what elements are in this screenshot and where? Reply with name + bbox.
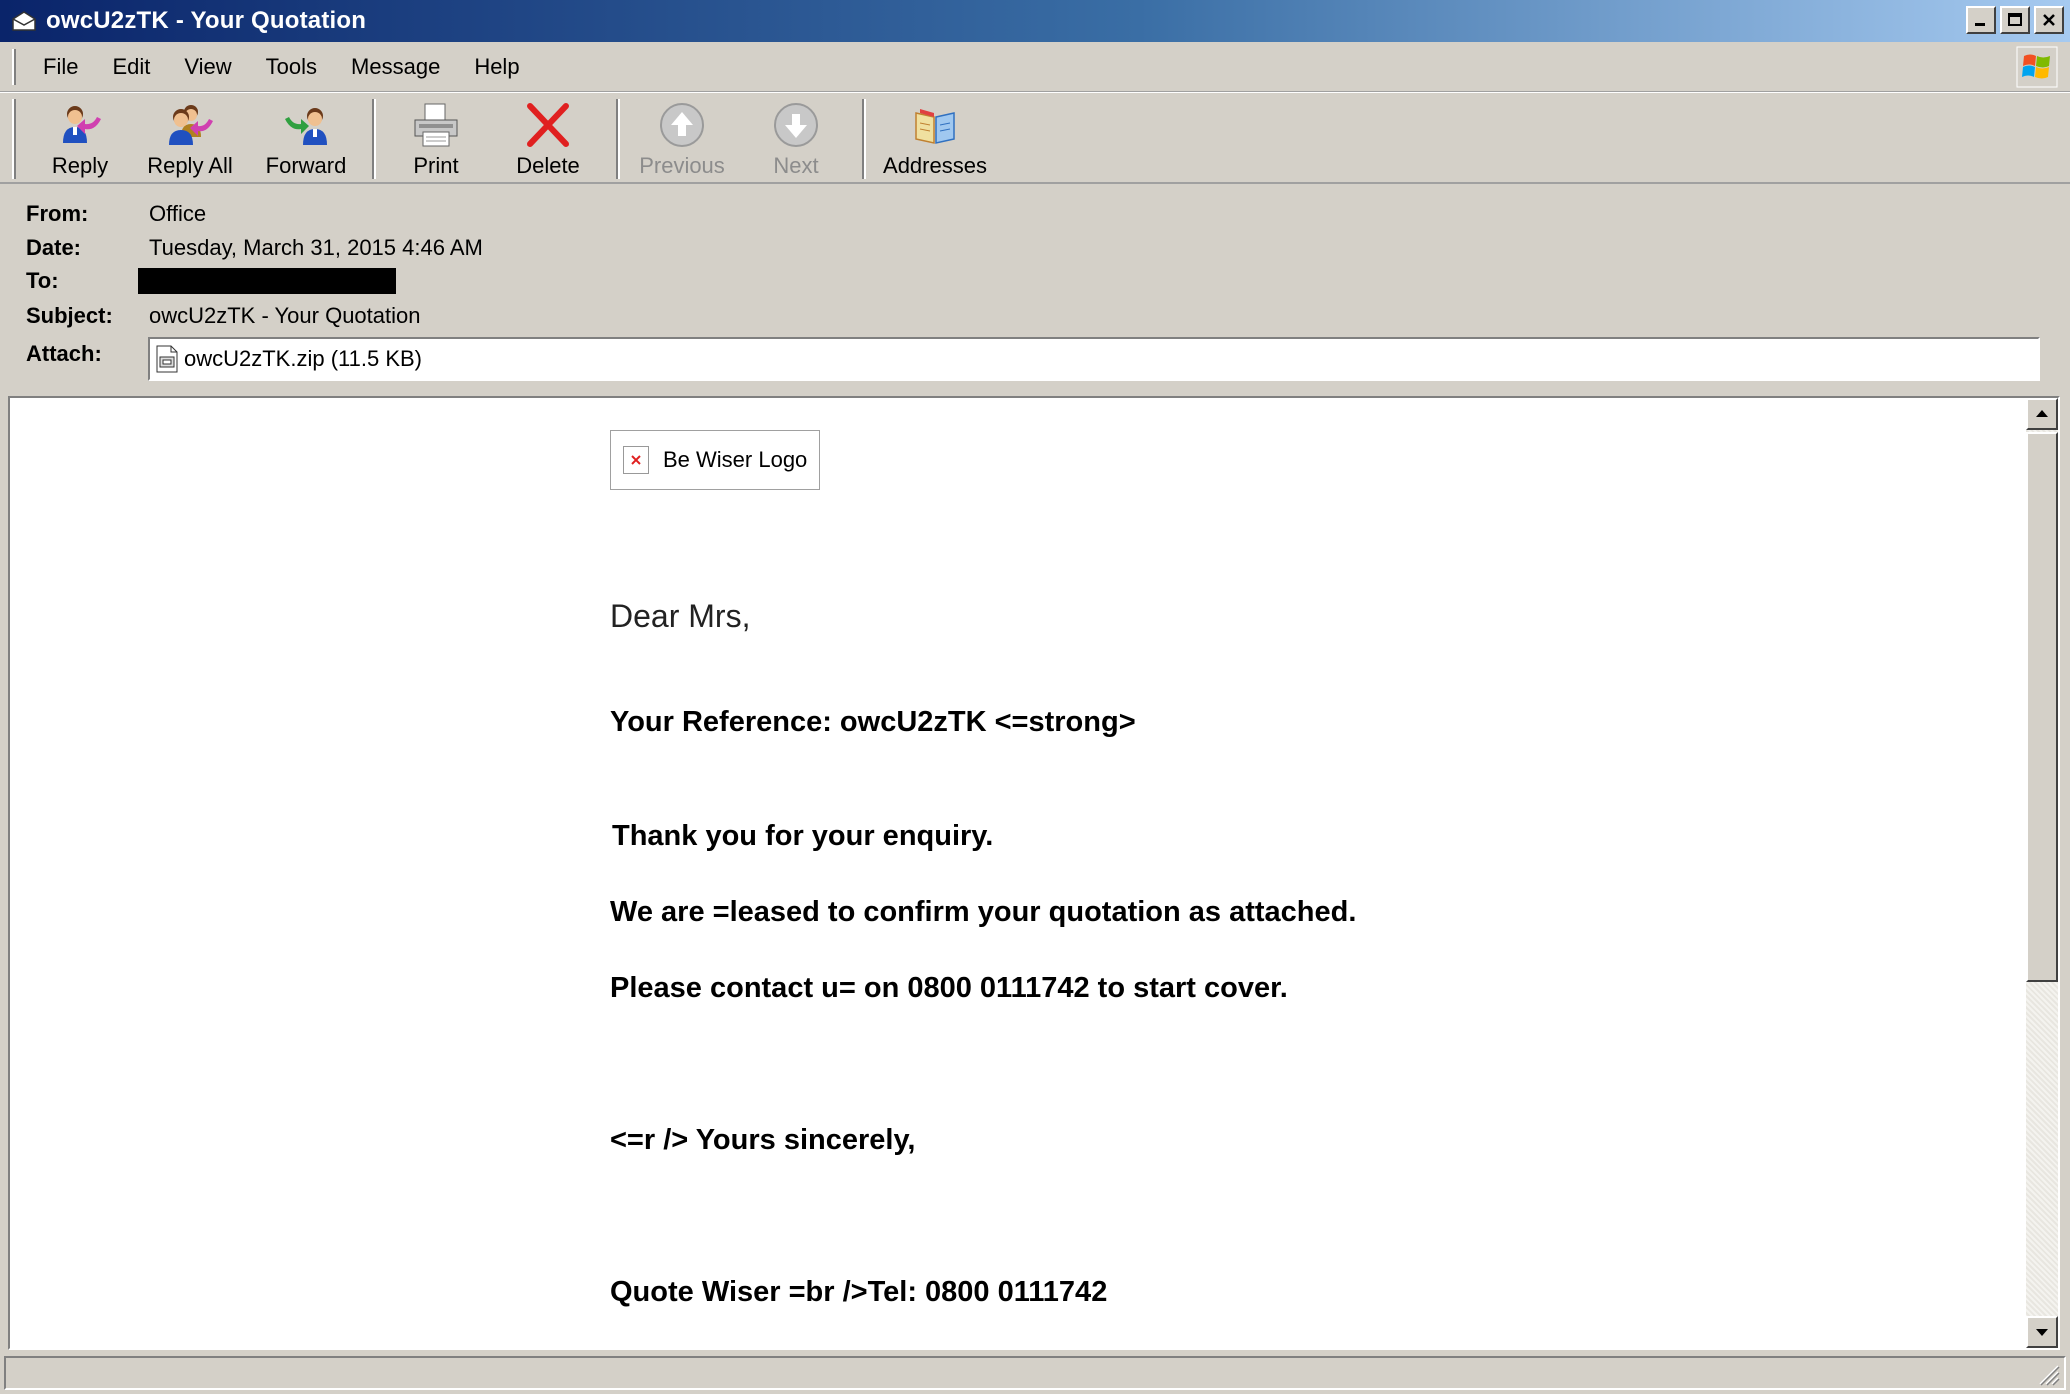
reply-all-button[interactable]: Reply All	[132, 93, 248, 181]
greeting: Dear Mrs,	[610, 598, 751, 634]
up-arrow-icon	[656, 101, 708, 149]
print-label: Print	[413, 153, 459, 178]
message-body[interactable]: Be Wiser Logo Dear Mrs, Your Reference: …	[8, 396, 2060, 1350]
attach-row: Attach:	[26, 341, 149, 367]
toolbar-separator	[862, 99, 866, 179]
title-bar[interactable]: owcU2zTK - Your Quotation	[0, 0, 2070, 42]
addresses-label: Addresses	[883, 153, 987, 178]
subject-row: Subject: owcU2zTK - Your Quotation	[26, 303, 420, 329]
to-label: To:	[26, 268, 59, 293]
subject-value: owcU2zTK - Your Quotation	[149, 303, 421, 328]
down-arrow-icon	[770, 101, 822, 149]
attachment-field[interactable]: owcU2zTK.zip (11.5 KB)	[148, 337, 2040, 381]
to-row: To:	[26, 268, 396, 294]
menu-grip[interactable]	[12, 48, 16, 85]
maximize-icon	[2008, 13, 2022, 26]
resize-grip-icon[interactable]	[2036, 1362, 2060, 1386]
date-row: Date: Tuesday, March 31, 2015 4:46 AM	[26, 235, 483, 261]
sincerely-line: <=r /> Yours sincerely,	[610, 1124, 916, 1156]
scroll-thumb[interactable]	[2026, 432, 2058, 982]
maximize-button[interactable]	[2000, 6, 2030, 34]
scroll-up-button[interactable]	[2026, 398, 2058, 430]
previous-button[interactable]: Previous	[620, 93, 744, 181]
menu-view[interactable]: View	[167, 54, 248, 80]
from-label: From:	[26, 201, 89, 226]
confirm-line: We are =leased to confirm your quotation…	[610, 896, 1357, 928]
delete-button[interactable]: Delete	[496, 93, 600, 181]
menu-help[interactable]: Help	[457, 54, 536, 80]
forward-button[interactable]: Forward	[248, 93, 364, 181]
date-value: Tuesday, March 31, 2015 4:46 AM	[149, 235, 483, 260]
broken-image-icon	[623, 446, 649, 474]
previous-label: Previous	[639, 153, 725, 178]
addresses-button[interactable]: Addresses	[872, 93, 998, 181]
reply-button[interactable]: Reply	[28, 93, 132, 181]
subject-label: Subject:	[26, 303, 113, 328]
toolbar-grip[interactable]	[12, 99, 16, 179]
menu-bar: File Edit View Tools Message Help	[0, 42, 2070, 92]
delete-x-icon	[522, 101, 574, 149]
menu-tools[interactable]: Tools	[249, 54, 334, 80]
date-label: Date:	[26, 235, 82, 260]
reply-label: Reply	[51, 153, 109, 178]
address-book-icon	[909, 101, 961, 149]
from-value[interactable]: Office	[149, 201, 206, 227]
reply-all-icon	[164, 101, 216, 149]
next-button[interactable]: Next	[744, 93, 848, 181]
vertical-scrollbar[interactable]	[2026, 398, 2058, 1348]
reference-line: Your Reference: owcU2zTK <=strong>	[610, 706, 1136, 738]
zip-file-icon	[156, 345, 178, 373]
toolbar: Reply Reply All Forward Print Delete Pre…	[0, 92, 2070, 184]
printer-icon	[410, 101, 462, 149]
signature-line: Quote Wiser =br />Tel: 0800 0111742	[610, 1276, 1108, 1308]
message-headers: From: Office Date: Tuesday, March 31, 20…	[0, 192, 2070, 392]
reply-icon	[54, 101, 106, 149]
close-icon	[2043, 14, 2055, 26]
contact-line: Please contact u= on 0800 0111742 to sta…	[610, 972, 1288, 1004]
menu-message[interactable]: Message	[334, 54, 457, 80]
scroll-down-icon	[2036, 1329, 2048, 1336]
thanks-line: Thank you for your enquiry.	[612, 820, 994, 852]
windows-logo-icon	[2016, 46, 2058, 88]
delete-label: Delete	[516, 153, 580, 178]
logo-alt-text: Be Wiser Logo	[663, 447, 808, 472]
next-label: Next	[773, 153, 819, 178]
forward-label: Forward	[265, 153, 347, 178]
broken-logo-image: Be Wiser Logo	[610, 430, 820, 490]
menu-edit[interactable]: Edit	[95, 54, 167, 80]
close-button[interactable]	[2034, 6, 2064, 34]
reply-all-label: Reply All	[147, 153, 233, 178]
scroll-down-button[interactable]	[2026, 1316, 2058, 1348]
redacted-recipient	[138, 268, 396, 294]
minimize-button[interactable]	[1966, 6, 1996, 34]
attach-label: Attach:	[26, 341, 102, 366]
envelope-icon	[10, 7, 38, 35]
attachment-name[interactable]: owcU2zTK.zip (11.5 KB)	[184, 346, 422, 372]
from-row: From: Office	[26, 201, 206, 227]
window-title: owcU2zTK - Your Quotation	[46, 7, 367, 34]
scroll-up-icon	[2036, 410, 2048, 417]
status-bar	[4, 1356, 2066, 1390]
minimize-icon	[1975, 23, 1985, 26]
print-button[interactable]: Print	[376, 93, 496, 181]
menu-file[interactable]: File	[26, 54, 95, 80]
forward-icon	[280, 101, 332, 149]
